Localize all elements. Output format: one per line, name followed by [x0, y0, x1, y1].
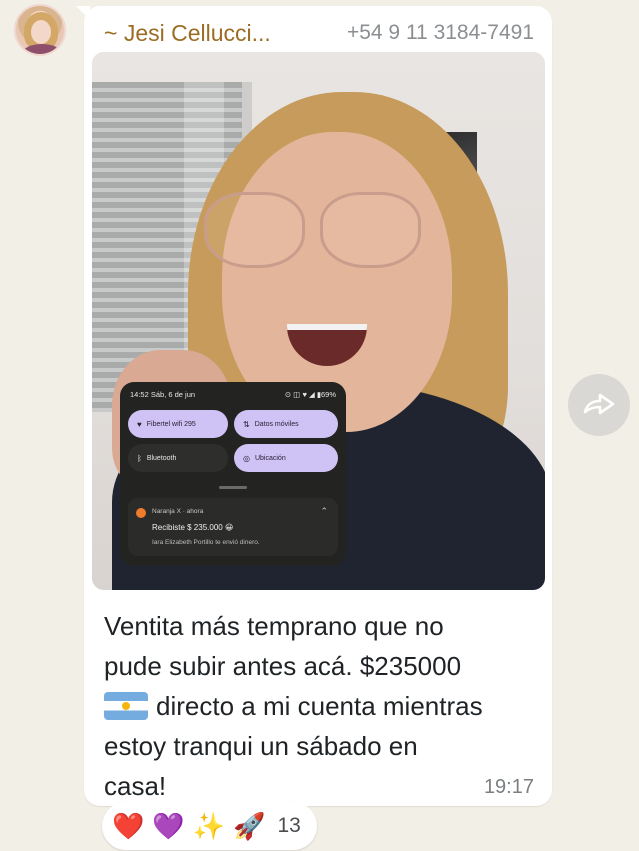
reaction-count: 13 — [277, 814, 301, 837]
naranja-x-icon — [136, 508, 146, 518]
bluetooth-icon: ᛒ — [137, 453, 142, 463]
tile-mobile-data-label: Datos móviles — [254, 420, 299, 428]
tile-location: ◎ Ubicación — [234, 444, 338, 472]
message-header: ~ Jesi Cellucci... +54 9 11 3184-7491 — [104, 18, 534, 48]
forward-icon — [583, 393, 615, 415]
reactions-pill[interactable]: ❤️ 💜 ✨ 🚀 13 — [102, 802, 317, 850]
notification-title: Recibiste $ 235.000 😀 — [152, 523, 234, 532]
sender-name[interactable]: ~ Jesi Cellucci... — [104, 20, 271, 47]
tile-wifi-label: Fibertel wifi 295 — [146, 420, 196, 428]
caption-line-with-flag: directo a mi cuenta mientras — [104, 686, 544, 726]
argentina-flag-icon — [104, 692, 148, 720]
reaction-sparkles-icon: ✨ — [192, 811, 226, 841]
caption-line: estoy tranqui un sábado en — [104, 731, 418, 761]
caption-line: Ventita más temprano que no — [104, 611, 444, 641]
notification-body: Iara Elizabeth Portillo te envió dinero. — [152, 539, 260, 546]
tile-bluetooth-label: Bluetooth — [146, 454, 177, 462]
payment-notification: Naranja X · ahora ⌃ Recibiste $ 235.000 … — [128, 498, 338, 556]
image-glasses-left — [204, 192, 305, 268]
sender-avatar[interactable] — [14, 4, 66, 56]
reaction-rocket-icon: 🚀 — [233, 811, 266, 841]
chevron-up-icon: ⌃ — [320, 506, 328, 516]
sender-phone[interactable]: +54 9 11 3184-7491 — [347, 21, 534, 45]
message-caption: Ventita más temprano que no pude subir a… — [104, 606, 544, 806]
mobile-data-icon: ⇅ — [243, 419, 250, 429]
message-image[interactable]: 14:52 Sáb, 6 de jun ⊙ ◫ ♥ ◢ ▮69% ♥ Fiber… — [92, 52, 545, 590]
phone-status-bar: 14:52 Sáb, 6 de jun ⊙ ◫ ♥ ◢ ▮69% — [130, 390, 336, 399]
message-bubble[interactable]: ~ Jesi Cellucci... +54 9 11 3184-7491 14… — [84, 6, 552, 806]
avatar-shirt — [22, 44, 62, 54]
phone-status-icons: ⊙ ◫ ♥ ◢ ▮69% — [284, 390, 336, 399]
wifi-icon: ♥ — [137, 419, 142, 429]
phone-screenshot-overlay: 14:52 Sáb, 6 de jun ⊙ ◫ ♥ ◢ ▮69% ♥ Fiber… — [120, 382, 346, 566]
tile-mobile-data: ⇅ Datos móviles — [234, 410, 338, 438]
notification-app: Naranja X · ahora — [152, 508, 204, 515]
avatar-face — [31, 20, 51, 44]
caption-line: casa! — [104, 771, 167, 801]
tile-location-label: Ubicación — [254, 454, 286, 462]
shade-handle — [219, 486, 247, 489]
caption-line: directo a mi cuenta mientras — [156, 691, 483, 721]
phone-status-time: 14:52 Sáb, 6 de jun — [130, 390, 196, 399]
message-time: 19:17 — [483, 776, 534, 798]
reaction-purple-heart-icon: 💜 — [152, 811, 185, 841]
tile-bluetooth: ᛒ Bluetooth — [128, 444, 228, 472]
forward-button[interactable] — [568, 374, 630, 436]
image-glasses-right — [320, 192, 421, 268]
location-icon: ◎ — [243, 453, 250, 463]
reaction-heart-icon: ❤️ — [112, 811, 145, 841]
caption-line: pude subir antes acá. $235000 — [104, 651, 462, 681]
tile-wifi: ♥ Fibertel wifi 295 — [128, 410, 228, 438]
